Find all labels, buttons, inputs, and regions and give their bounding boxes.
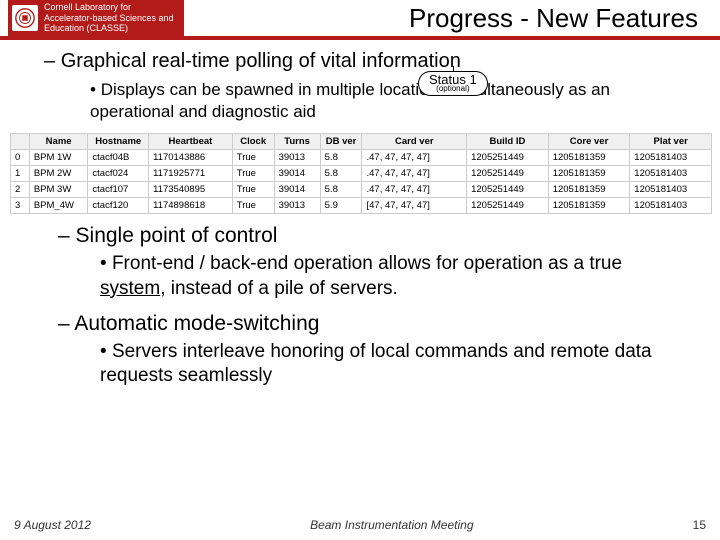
table-cell: [47, 47, 47, 47] (362, 198, 467, 214)
table-header-cell: Core ver (548, 134, 630, 150)
table-header-cell (11, 134, 30, 150)
badge-tick-icon (453, 66, 454, 72)
table-cell: 39013 (274, 150, 320, 166)
table-cell: 1205181403 (630, 166, 712, 182)
table-header-cell: Card ver (362, 134, 467, 150)
table-cell: 39014 (274, 166, 320, 182)
table-header-cell: Hostname (88, 134, 149, 150)
table-cell: BPM 3W (29, 182, 88, 198)
table-cell: 5.8 (320, 150, 362, 166)
table-cell: BPM 1W (29, 150, 88, 166)
table-body: 0BPM 1Wctacf04B1170143886True390135.8.47… (11, 150, 712, 214)
table-cell: 1205251449 (467, 150, 549, 166)
table-header-cell: Clock (232, 134, 274, 150)
table-cell: .47, 47, 47, 47] (362, 166, 467, 182)
table-cell: ctacf04B (88, 150, 149, 166)
footer-page: 15 (693, 518, 706, 532)
table-cell: 1205181359 (548, 166, 630, 182)
table-row: 2BPM 3Wctacf1071173540895True390145.8.47… (11, 182, 712, 198)
table-header-cell: Name (29, 134, 88, 150)
table-cell: 1205181403 (630, 198, 712, 214)
table-cell: 39014 (274, 182, 320, 198)
table-cell: 5.9 (320, 198, 362, 214)
table-cell: 3 (11, 198, 30, 214)
table-cell: ctacf107 (88, 182, 149, 198)
org-line3: Education (CLASSE) (44, 23, 174, 33)
table-cell: 1205181403 (630, 150, 712, 166)
table-cell: ctacf024 (88, 166, 149, 182)
table-cell: True (232, 150, 274, 166)
table-cell: .47, 47, 47, 47] (362, 150, 467, 166)
table-cell: 1 (11, 166, 30, 182)
table-cell: 1174898618 (149, 198, 233, 214)
table-cell: 1205181359 (548, 182, 630, 198)
b2a-underline: system (100, 278, 160, 299)
table-header-cell: Build ID (467, 134, 549, 150)
table-cell: 1205251449 (467, 182, 549, 198)
org-logo-block: Cornell Laboratory for Accelerator-based… (8, 0, 184, 38)
table-cell: 39013 (274, 198, 320, 214)
bullet-2a: Front-end / back-end operation allows fo… (100, 252, 692, 301)
status-table: NameHostnameHeartbeatClockTurnsDB verCar… (10, 133, 712, 214)
org-name: Cornell Laboratory for Accelerator-based… (44, 2, 174, 33)
table-cell: ctacf120 (88, 198, 149, 214)
footer-date: 9 August 2012 (14, 518, 91, 532)
status-table-wrap: NameHostnameHeartbeatClockTurnsDB verCar… (10, 133, 712, 214)
table-cell: 1171925771 (149, 166, 233, 182)
bullet-1: Graphical real-time polling of vital inf… (44, 50, 692, 73)
table-cell: BPM_4W (29, 198, 88, 214)
table-cell: 0 (11, 150, 30, 166)
table-cell: 1205181359 (548, 150, 630, 166)
table-row: 3BPM_4Wctacf1201174898618True390135.9[47… (11, 198, 712, 214)
bullet-2: Single point of control (58, 224, 692, 248)
table-row: 1BPM 2Wctacf0241171925771True390145.8.47… (11, 166, 712, 182)
table-header-cell: Heartbeat (149, 134, 233, 150)
table-cell: 1205251449 (467, 198, 549, 214)
table-cell: 1170143886 (149, 150, 233, 166)
status-badge-sub: (optional) (429, 85, 477, 93)
table-header-cell: DB ver (320, 134, 362, 150)
org-line2: Accelerator-based Sciences and (44, 13, 174, 23)
table-cell: True (232, 182, 274, 198)
b2a-pre: Front-end / back-end operation allows fo… (112, 253, 622, 274)
org-line1: Cornell Laboratory for (44, 2, 174, 12)
table-cell: BPM 2W (29, 166, 88, 182)
footer-venue: Beam Instrumentation Meeting (91, 518, 693, 532)
table-cell: True (232, 198, 274, 214)
header-bar: Cornell Laboratory for Accelerator-based… (0, 0, 720, 40)
status-badge: Status 1 (optional) (418, 71, 488, 96)
table-cell: 1205181403 (630, 182, 712, 198)
bullet-3a: Servers interleave honoring of local com… (100, 340, 692, 389)
bullet-1a-wrap: Displays can be spawned in multiple loca… (90, 79, 692, 123)
table-cell: 1205251449 (467, 166, 549, 182)
table-row: 0BPM 1Wctacf04B1170143886True390135.8.47… (11, 150, 712, 166)
table-header-row: NameHostnameHeartbeatClockTurnsDB verCar… (11, 134, 712, 150)
table-cell: True (232, 166, 274, 182)
cornell-seal-icon (12, 5, 38, 31)
table-cell: .47, 47, 47, 47] (362, 182, 467, 198)
table-cell: 1173540895 (149, 182, 233, 198)
slide-content: Graphical real-time polling of vital inf… (0, 40, 720, 389)
table-cell: 1205181359 (548, 198, 630, 214)
table-header-cell: Plat ver (630, 134, 712, 150)
table-cell: 5.8 (320, 182, 362, 198)
table-header-cell: Turns (274, 134, 320, 150)
b2a-post: , instead of a pile of servers. (160, 278, 398, 299)
table-cell: 5.8 (320, 166, 362, 182)
footer: 9 August 2012 Beam Instrumentation Meeti… (0, 518, 720, 532)
table-cell: 2 (11, 182, 30, 198)
slide-title: Progress - New Features (184, 3, 712, 34)
bullet-3: Automatic mode-switching (58, 312, 692, 336)
bullet-1a: Displays can be spawned in multiple loca… (90, 80, 610, 121)
